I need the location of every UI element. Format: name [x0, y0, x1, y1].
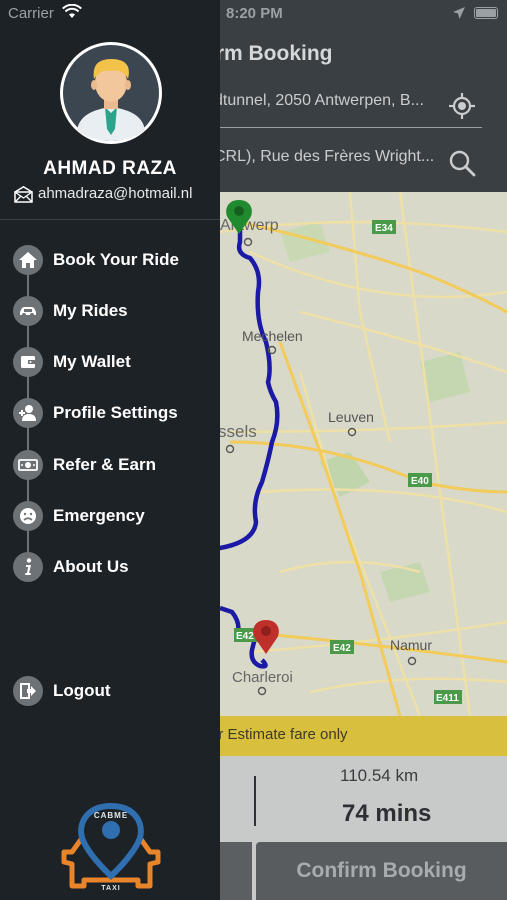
logout-icon	[13, 676, 43, 706]
menu-label: My Rides	[53, 301, 128, 320]
cabme-logo: CABME TAXI	[48, 802, 174, 894]
menu-label: About Us	[53, 557, 129, 576]
secondary-action-button[interactable]	[220, 842, 252, 900]
map-label-charleroi: Charleroi	[232, 669, 293, 686]
highway-e42-east: E42	[333, 643, 351, 654]
pickup-field[interactable]: dtunnel, 2050 Antwerpen, B...	[214, 92, 482, 128]
map-label-namur: Namur	[390, 637, 432, 653]
home-icon	[13, 245, 43, 275]
money-icon	[13, 450, 43, 480]
estimate-note: ur Estimate fare only	[210, 726, 348, 743]
menu-item-my-rides[interactable]: My Rides	[13, 296, 218, 326]
highway-e42-west: E42	[236, 631, 254, 642]
trip-distance: 110.54 km	[340, 766, 419, 785]
menu-item-about-us[interactable]: About Us	[13, 552, 218, 582]
highway-e34: E34	[375, 223, 393, 234]
highway-e411: E411	[436, 693, 459, 704]
menu-item-profile-settings[interactable]: Profile Settings	[13, 398, 218, 428]
drawer-divider	[0, 219, 220, 220]
clock-time: 8:20 PM	[226, 5, 283, 22]
locate-me-icon[interactable]	[448, 92, 476, 120]
mail-icon	[14, 186, 33, 203]
menu-item-my-wallet[interactable]: My Wallet	[13, 347, 218, 377]
menu-label: Profile Settings	[53, 403, 178, 422]
map-label-antwerp: Antwerp	[220, 217, 279, 234]
carrier-label: Carrier	[8, 5, 54, 22]
wallet-icon	[13, 347, 43, 377]
menu-item-refer-earn[interactable]: Refer & Earn	[13, 450, 218, 480]
highway-e40: E40	[411, 476, 429, 487]
dropoff-field[interactable]: CRL), Rue des Frères Wright...	[214, 148, 482, 184]
logo-text-bottom: TAXI	[101, 885, 120, 892]
map-label-brussels: ssels	[218, 422, 257, 441]
page-title: irm Booking	[210, 42, 333, 65]
info-icon	[13, 552, 43, 582]
info-divider	[254, 776, 256, 826]
menu-label: Refer & Earn	[53, 455, 156, 474]
logo-text-top: CABME	[94, 811, 128, 820]
logout-label: Logout	[53, 681, 111, 700]
emergency-face-icon	[13, 501, 43, 531]
avatar[interactable]	[60, 42, 162, 144]
confirm-booking-button[interactable]: Confirm Booking	[256, 842, 507, 900]
battery-icon	[474, 7, 498, 19]
side-drawer: AHMAD RAZA ahmadraza@hotmail.nl Book You…	[0, 0, 220, 900]
user-email: ahmadraza@hotmail.nl	[38, 185, 193, 202]
menu-item-emergency[interactable]: Emergency	[13, 501, 218, 531]
menu-label: Book Your Ride	[53, 250, 179, 269]
profile-icon	[13, 398, 43, 428]
menu-label: My Wallet	[53, 352, 131, 371]
user-name: AHMAD RAZA	[43, 158, 177, 179]
menu-label: Emergency	[53, 506, 145, 525]
status-bar: Carrier 8:20 PM	[0, 0, 507, 28]
location-arrow-icon	[452, 6, 466, 24]
map-label-mechelen: Mechelen	[242, 328, 303, 344]
search-icon[interactable]	[448, 149, 476, 177]
trip-duration: 74 mins	[342, 800, 432, 827]
car-icon	[13, 296, 43, 326]
map-label-leuven: Leuven	[328, 409, 374, 425]
menu-item-book-your-ride[interactable]: Book Your Ride	[13, 245, 218, 275]
menu-item-logout[interactable]: Logout	[13, 676, 218, 706]
wifi-icon	[62, 3, 82, 24]
